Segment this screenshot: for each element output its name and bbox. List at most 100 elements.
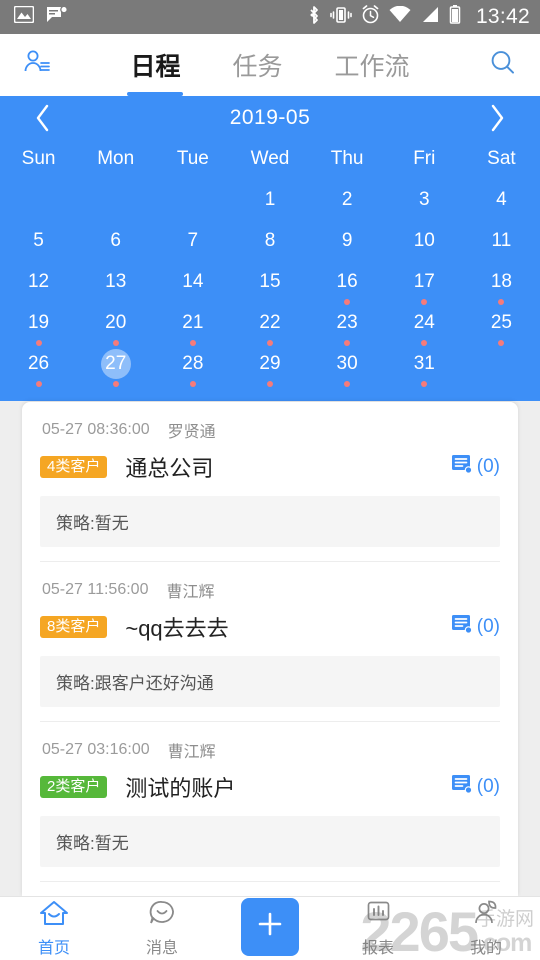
calendar-day-20[interactable]: 20 [77,305,154,346]
calendar-day-14[interactable]: 14 [154,264,231,305]
schedule-item-datetime: 05-27 08:36:00 [42,421,150,438]
calendar-day-number: 19 [27,312,50,333]
calendar-day-24[interactable]: 24 [386,305,463,346]
search-button[interactable] [466,49,540,82]
schedule-item-note-count[interactable]: (0) [441,773,500,801]
calendar-day-number: 15 [259,271,281,292]
calendar-day-number: 13 [105,271,127,292]
calendar-weekday-mon: Mon [97,148,135,169]
nav-item-reports[interactable]: 报表 [324,897,432,960]
calendar-day-22[interactable]: 22 [231,305,308,346]
calendar-day-19[interactable]: 19 [0,305,77,346]
top-navigation-bar: 日程 任务 工作流 [0,34,540,96]
calendar-day-number: 8 [264,230,276,251]
message-bubble-icon [148,900,176,931]
calendar-day-12[interactable]: 12 [0,264,77,305]
schedule-item-note-count[interactable]: (0) [441,453,500,481]
calendar-day-3[interactable]: 3 [386,182,463,223]
note-list-icon [451,773,473,801]
calendar-event-dot [112,381,119,387]
schedule-item-note-count[interactable]: (0) [441,613,500,641]
calendar-day-2[interactable]: 2 [309,182,386,223]
schedule-item[interactable]: 05-27 03:16:00 曹江辉 2类客户 测试的账户 (0) 策略:暂无 [22,722,518,882]
calendar-day-number: 2 [341,189,353,210]
calendar-day-15[interactable]: 15 [231,264,308,305]
alarm-icon [361,5,380,29]
contacts-button[interactable] [0,48,74,83]
contact-list-icon [22,48,52,83]
tab-bar: 日程 任务 工作流 [74,34,466,96]
calendar-day-25[interactable]: 25 [463,305,540,346]
status-bar: 13:42 [0,0,540,34]
calendar-event-dot [189,381,196,387]
calendar-day-number: 18 [490,271,512,292]
tab-schedule[interactable]: 日程 [127,34,184,96]
calendar-day-23[interactable]: 23 [309,305,386,346]
calendar-header: 2019-05 [0,96,540,140]
calendar-day-17[interactable]: 17 [386,264,463,305]
note-list-icon [451,453,473,481]
calendar-day-number: 20 [105,312,127,333]
calendar-day-28[interactable]: 28 [154,346,231,387]
customer-type-badge: 2类客户 [40,776,108,798]
calendar-weekday-wed: Wed [250,148,290,169]
calendar-day-number: 12 [27,271,50,292]
nav-item-messages[interactable]: 消息 [108,897,216,960]
tab-workflow[interactable]: 工作流 [332,34,413,96]
calendar-day-16[interactable]: 16 [309,264,386,305]
schedule-item-main: 2类客户 测试的账户 (0) [40,771,500,803]
schedule-list-panel[interactable]: 05-27 08:36:00 罗贤通 4类客户 通总公司 (0) 策略:暂无 05-27 1… [22,402,518,896]
calendar-weekday-tue: Tue [176,148,209,169]
calendar-day-27[interactable]: 27 [77,346,154,387]
nav-item-home[interactable]: 首页 [0,897,108,960]
next-month-button[interactable] [480,101,514,135]
schedule-item-title: 测试的账户 [125,776,236,801]
calendar-day-11[interactable]: 11 [463,223,540,264]
calendar-day-number: 24 [413,312,435,333]
calendar-day-5[interactable]: 5 [0,223,77,264]
calendar-weekday-row: Sun Mon Tue Wed Thu Fri Sat [0,140,540,182]
search-icon [489,49,517,82]
vibrate-icon [330,6,352,29]
calendar-day-grid: 1 2 3 4 5 6 7 8 9 10 11 12 13 14 15 16 17 18 19 20 21 22 23 24 2… [0,182,540,387]
calendar-day-31[interactable]: 31 [386,346,463,387]
calendar-day-21[interactable]: 21 [154,305,231,346]
tab-tasks[interactable]: 任务 [229,34,285,96]
nav-label-messages: 消息 [145,939,178,957]
note-count-label: (0) [476,616,500,637]
calendar-day-30[interactable]: 30 [309,346,386,387]
schedule-item[interactable]: 05-27 16:45:00吴文5类客户中国银行(1)策略:前期先打电话采访一下 [22,882,518,896]
bottom-navigation-bar: 首页 消息 报表 我的 [0,896,540,960]
schedule-item[interactable]: 05-27 11:56:00 曹江辉 8类客户 ~qq去去去 (0) 策略:跟客户还好沟通 [22,562,518,722]
schedule-item-datetime: 05-27 11:56:00 [42,581,149,598]
calendar-day-number: 3 [418,189,430,210]
fab-container[interactable] [241,897,299,956]
calendar-day-8[interactable]: 8 [231,223,308,264]
calendar-day-number: 9 [341,230,353,251]
calendar-weekday-thu: Thu [330,148,364,169]
calendar-day-number: 29 [259,353,281,374]
prev-month-button[interactable] [26,101,60,135]
calendar-day-number: 16 [336,271,358,292]
home-icon [39,900,69,931]
calendar-day-4[interactable]: 4 [463,182,540,223]
schedule-item-meta: 05-27 11:56:00 曹江辉 [40,578,500,602]
calendar-day-9[interactable]: 9 [309,223,386,264]
calendar-day-6[interactable]: 6 [77,223,154,264]
calendar-day-10[interactable]: 10 [386,223,463,264]
calendar-day-13[interactable]: 13 [77,264,154,305]
calendar-day-7[interactable]: 7 [154,223,231,264]
schedule-item-main: 4类客户 通总公司 (0) [40,451,500,483]
calendar-day-number: 28 [182,353,204,374]
calendar-day-1[interactable]: 1 [231,182,308,223]
calendar-day-26[interactable]: 26 [0,346,77,387]
nav-item-profile[interactable]: 我的 [432,897,540,960]
calendar-day-29[interactable]: 29 [231,346,308,387]
schedule-item-strategy: 策略:暂无 [40,496,500,547]
nav-label-home: 首页 [37,939,70,957]
schedule-item[interactable]: 05-27 08:36:00 罗贤通 4类客户 通总公司 (0) 策略:暂无 [22,402,518,562]
add-button[interactable] [216,897,324,960]
calendar-day-18[interactable]: 18 [463,264,540,305]
calendar-day-number: 23 [336,312,358,333]
calendar-widget: 2019-05 Sun Mon Tue Wed Thu Fri Sat 1234567891… [0,96,540,401]
